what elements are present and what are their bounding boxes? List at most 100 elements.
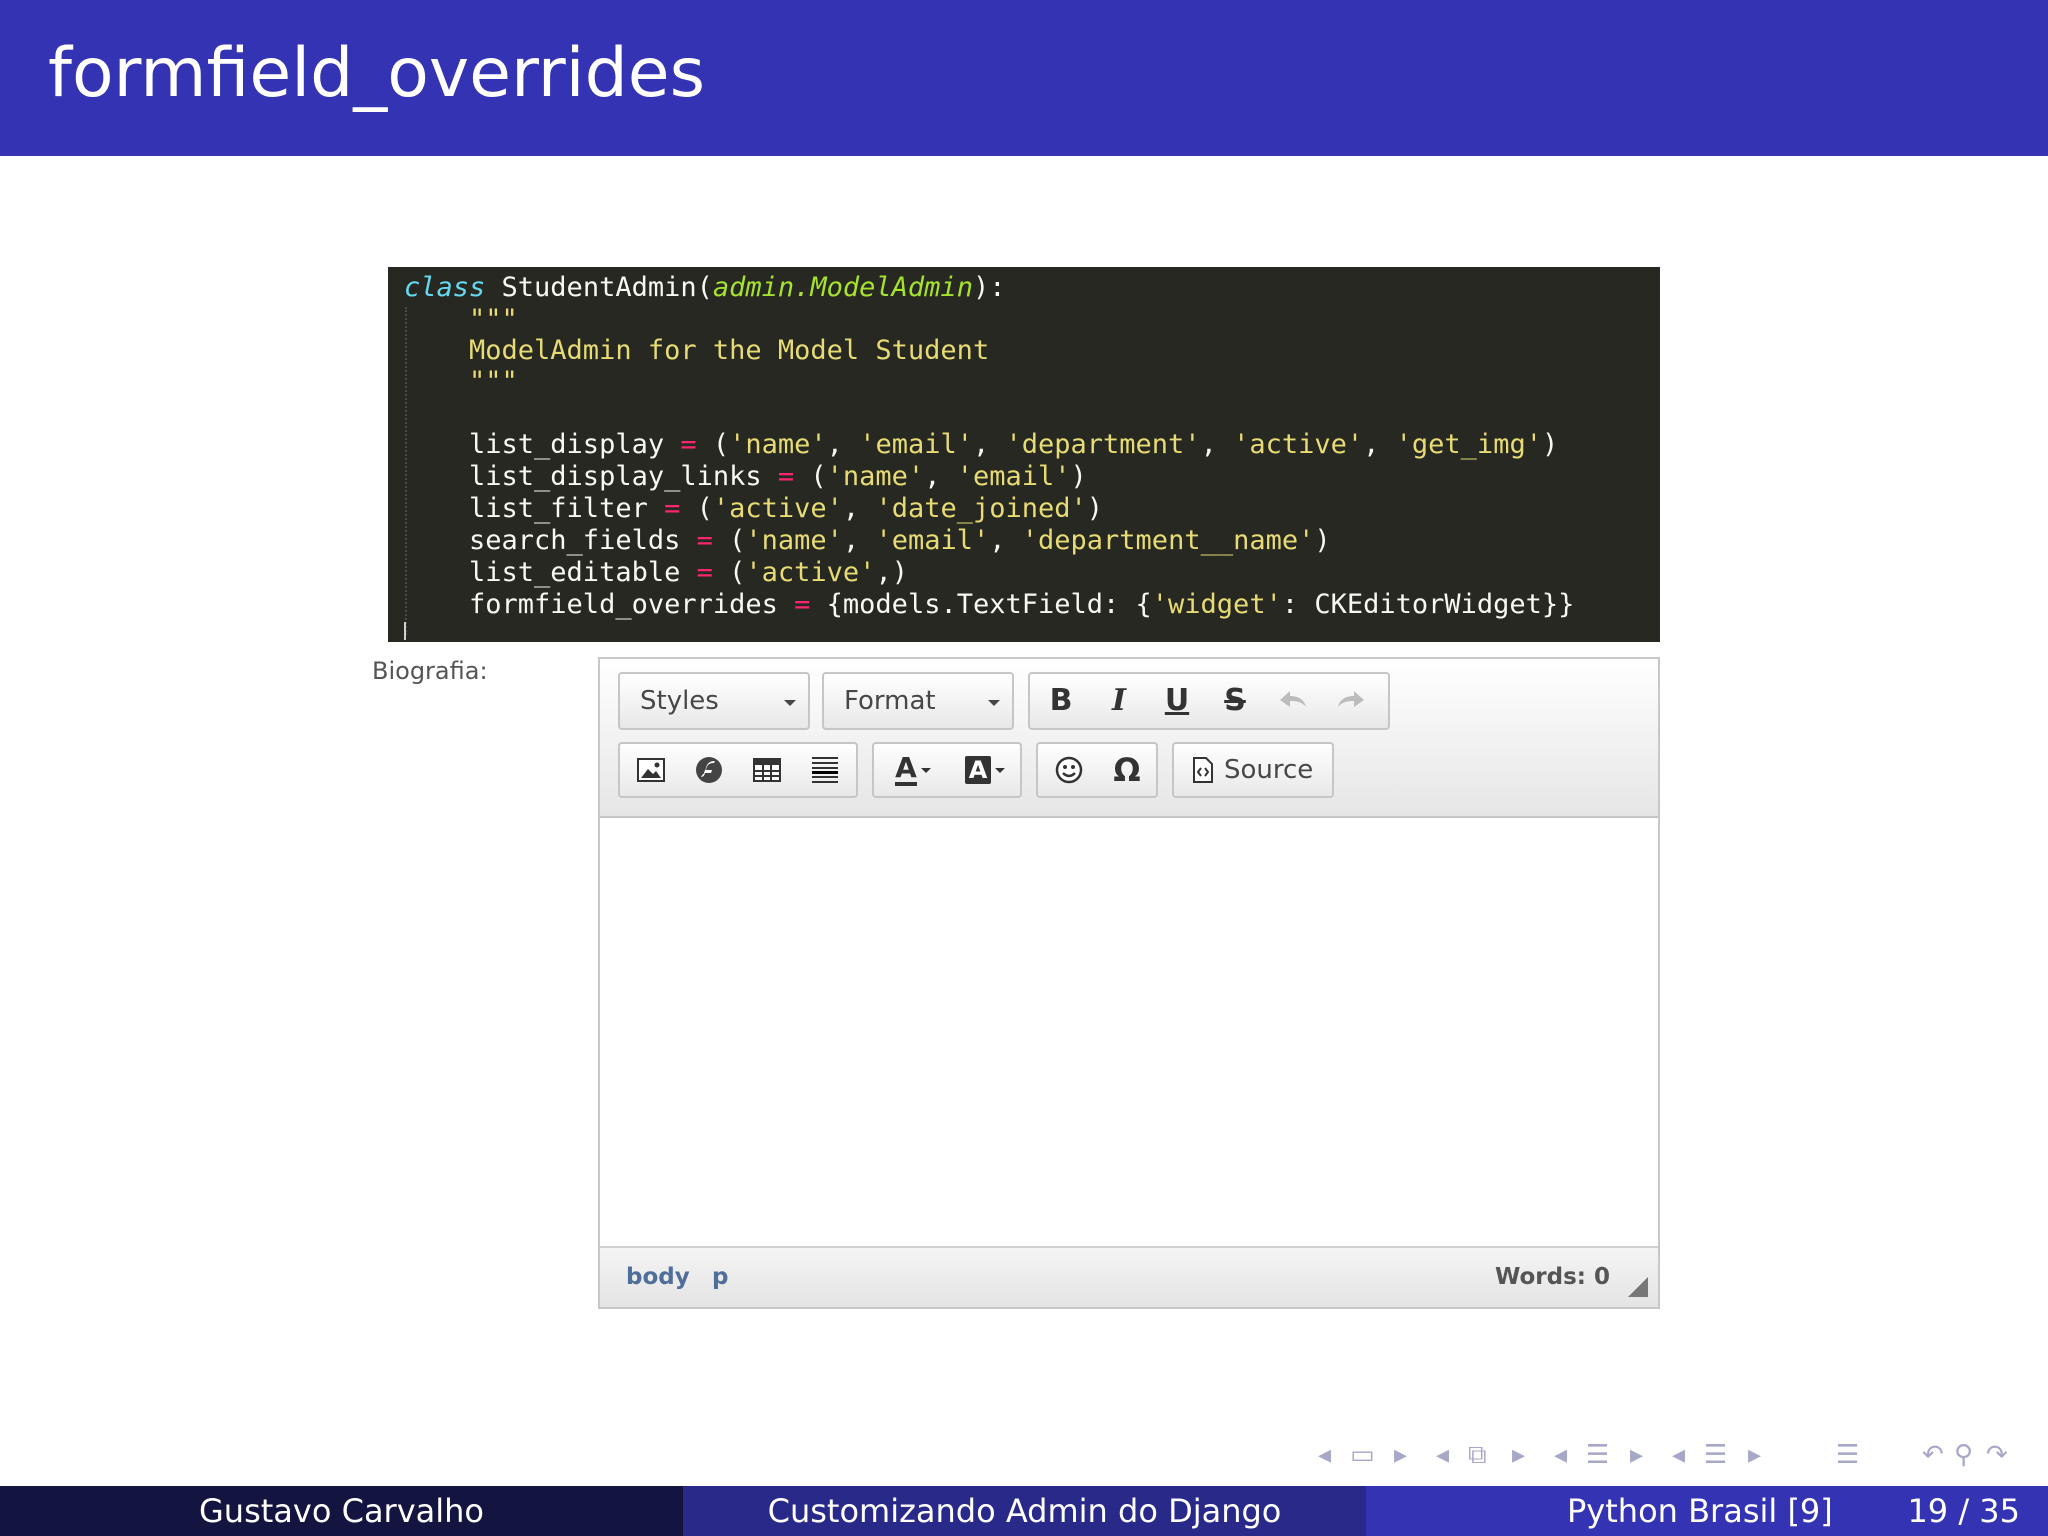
italic-button[interactable]: I	[1090, 674, 1148, 726]
footer-title-cell: Customizando Admin do Django	[683, 1486, 1366, 1536]
bold-button[interactable]: B	[1032, 674, 1090, 726]
code-line-list-display-links: list_display_links = ('name', 'email')	[404, 461, 1087, 492]
code-line-list-filter: list_filter = ('active', 'date_joined')	[404, 493, 1104, 524]
nav-slide-next-icon[interactable]: ▸	[1512, 1440, 1525, 1470]
image-button[interactable]	[622, 744, 680, 796]
special-char-button[interactable]: Ω	[1098, 744, 1156, 796]
code-screenshot: class StudentAdmin(admin.ModelAdmin): ""…	[388, 267, 1660, 642]
nav-search-icon[interactable]: ⚲	[1954, 1440, 1973, 1470]
styles-dropdown[interactable]: Styles	[618, 672, 810, 730]
undo-button[interactable]	[1264, 674, 1322, 726]
code-punct: )	[1086, 493, 1104, 524]
code-docstring-close: """	[404, 366, 518, 397]
footer-event: Python Brasil [9]	[1567, 1492, 1833, 1530]
resize-grip-icon[interactable]	[1628, 1277, 1648, 1297]
code-operator: =	[777, 461, 795, 492]
table-button[interactable]	[738, 744, 796, 796]
flash-icon	[696, 757, 722, 783]
code-punct: (	[680, 493, 713, 524]
footer-event-cell: Python Brasil [9] 19 / 35	[1366, 1486, 2048, 1536]
code-punct: )	[1070, 461, 1087, 492]
nav-frame-icon[interactable]: ▭	[1350, 1440, 1375, 1470]
horizontal-rule-button[interactable]	[796, 744, 854, 796]
format-dropdown-label: Format	[844, 686, 936, 716]
symbols-group: Ω	[1036, 742, 1158, 798]
strikethrough-icon: S	[1224, 682, 1246, 718]
code-operator: =	[680, 429, 697, 460]
code-string: 'active'	[1233, 429, 1364, 460]
image-icon	[637, 758, 665, 782]
source-button[interactable]: Source	[1178, 744, 1332, 796]
title-bar: formfield_overrides	[0, 0, 2048, 156]
chevron-down-icon	[920, 767, 931, 773]
background-color-button[interactable]: A	[950, 744, 1020, 796]
code-operator: =	[696, 557, 713, 588]
footer-author-cell: Gustavo Carvalho	[0, 1486, 683, 1536]
smiley-button[interactable]	[1040, 744, 1098, 796]
element-path-p[interactable]: p	[712, 1264, 728, 1290]
smiley-icon	[1055, 756, 1083, 784]
code-string: 'name'	[745, 525, 843, 556]
table-icon	[753, 758, 781, 782]
beamer-navigation: ◂ ▭ ▸ ◂ ⧉ ▸ ◂ ☰ ▸ ◂ ☰ ▸ ☰ ↶ ⚲ ↷	[1310, 1440, 2030, 1474]
nav-back-icon[interactable]: ↶	[1922, 1440, 1944, 1470]
slide-footer: Gustavo Carvalho Customizando Admin do D…	[0, 1486, 2048, 1536]
code-operator: =	[696, 525, 713, 556]
chevron-down-icon	[988, 700, 1000, 706]
text-color-button[interactable]: A	[878, 744, 948, 796]
nav-section-icon[interactable]: ☰	[1704, 1440, 1727, 1470]
code-attr: list_filter	[404, 493, 665, 524]
horizontal-rule-icon	[812, 757, 838, 783]
code-punct: (	[712, 525, 746, 556]
editor-statusbar: body p Words: 0	[600, 1246, 1658, 1307]
code-line-list-display: list_display = ('name', 'email', 'depart…	[404, 429, 1559, 460]
slide-title: formfield_overrides	[48, 34, 705, 113]
nav-subsection-next-icon[interactable]: ▸	[1630, 1440, 1643, 1470]
code-parent-class: admin.ModelAdmin	[712, 272, 973, 303]
code-punct: {models.TextField: {	[810, 589, 1152, 620]
code-attr: search_fields	[404, 525, 697, 556]
code-line-search-fields: search_fields = ('name', 'email', 'depar…	[404, 525, 1331, 556]
code-line-formfield-overrides: formfield_overrides = {models.TextField:…	[404, 589, 1660, 621]
code-punct: )	[1541, 429, 1559, 460]
code-punct: (	[696, 429, 730, 460]
biografia-label: Biografia:	[372, 657, 488, 685]
code-punct: : CKEditorWidget}}	[1281, 589, 1575, 620]
special-char-icon: Ω	[1113, 751, 1141, 789]
text-cursor	[404, 622, 406, 640]
nav-subsection-icon[interactable]: ☰	[1586, 1440, 1609, 1470]
redo-icon	[1338, 691, 1364, 707]
element-path-body[interactable]: body	[626, 1264, 690, 1290]
word-count: Words: 0	[1494, 1264, 1610, 1290]
code-string: 'department__name'	[1021, 525, 1315, 556]
redo-button[interactable]	[1322, 674, 1380, 726]
nav-subsection-prev-icon[interactable]: ◂	[1554, 1440, 1567, 1470]
footer-talk-title: Customizando Admin do Django	[767, 1492, 1282, 1530]
code-string: 'email'	[875, 525, 990, 556]
nav-frame-next-icon[interactable]: ▸	[1394, 1440, 1407, 1470]
code-attr: formfield_overrides	[404, 589, 795, 620]
bold-icon: B	[1049, 682, 1073, 718]
nav-slide-prev-icon[interactable]: ◂	[1436, 1440, 1449, 1470]
format-dropdown[interactable]: Format	[822, 672, 1014, 730]
nav-frame-prev-icon[interactable]: ◂	[1318, 1440, 1331, 1470]
code-operator: =	[664, 493, 681, 524]
ckeditor: Styles Format B I U S A A Ω Source body …	[598, 657, 1660, 1309]
nav-section-prev-icon[interactable]: ◂	[1672, 1440, 1685, 1470]
nav-toc-icon[interactable]: ☰	[1836, 1440, 1859, 1470]
code-string: 'active'	[745, 557, 876, 588]
code-punct: ):	[972, 272, 1006, 303]
nav-section-next-icon[interactable]: ▸	[1748, 1440, 1761, 1470]
insert-group	[618, 742, 858, 798]
underline-button[interactable]: U	[1148, 674, 1206, 726]
nav-slide-icon[interactable]: ⧉	[1468, 1440, 1487, 1471]
strikethrough-button[interactable]: S	[1206, 674, 1264, 726]
flash-button[interactable]	[680, 744, 738, 796]
indent-guide	[405, 307, 409, 635]
nav-forward-icon[interactable]: ↷	[1986, 1440, 2008, 1470]
editor-content-area[interactable]	[600, 818, 1658, 1248]
code-attr: list_display_links	[404, 461, 778, 492]
source-group: Source	[1172, 742, 1334, 798]
code-punct: )	[1314, 525, 1331, 556]
